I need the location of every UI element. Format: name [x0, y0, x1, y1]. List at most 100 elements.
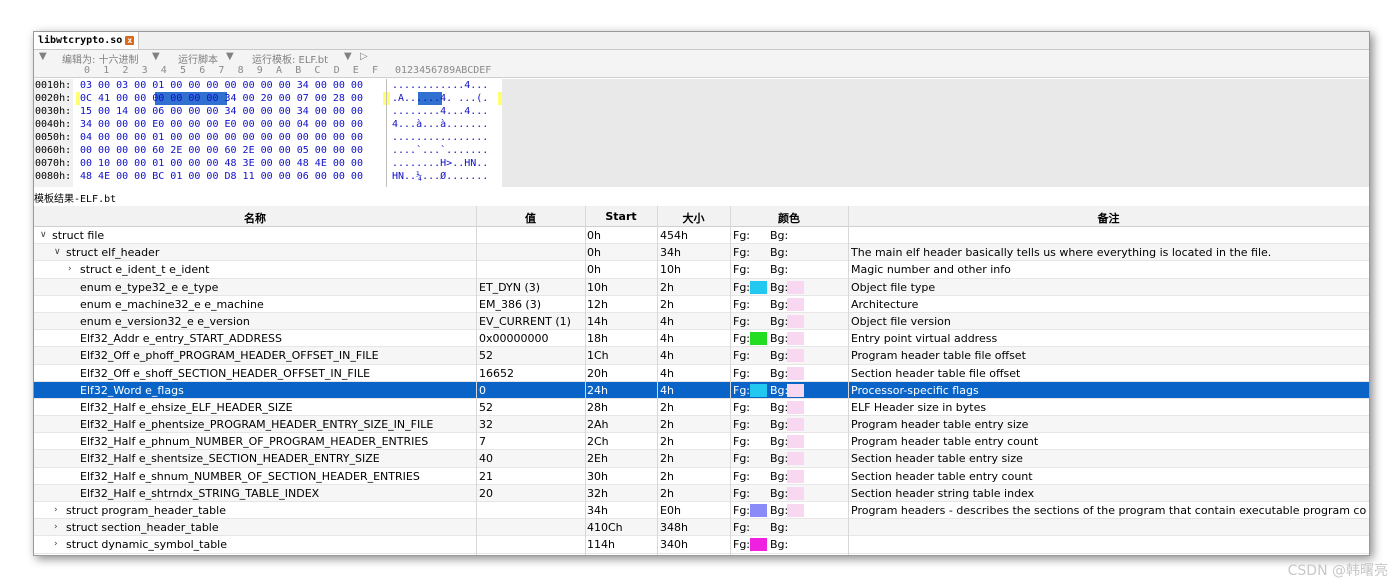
hex-bytes[interactable]: 0C 41 00 00 00 00 00 00 34 00 20 00 07 0… [80, 92, 363, 105]
bg-color-swatch[interactable] [787, 349, 804, 363]
hex-bytes[interactable]: 00 10 00 00 01 00 00 00 48 3E 00 00 48 4… [80, 157, 363, 170]
bg-color-swatch[interactable] [787, 504, 804, 517]
edit-as-dropdown-icon[interactable]: ▼ [152, 51, 160, 62]
bg-color-swatch[interactable] [787, 280, 804, 294]
bg-color-swatch[interactable] [787, 469, 804, 483]
field-value[interactable]: EM_386 (3) [479, 296, 583, 313]
column-header-value[interactable]: 值 [476, 210, 585, 226]
hex-ascii[interactable]: ................ [392, 131, 488, 144]
hex-ascii[interactable]: ....`...`....... [392, 144, 488, 157]
run-script-menu[interactable]: 运行脚本 [178, 51, 218, 66]
template-row[interactable]: Elf32_Half e_shtrndx_STRING_TABLE_INDEX 2… [34, 484, 1369, 502]
hex-bytes[interactable]: 48 4E 00 00 BC 01 00 00 D8 11 00 00 06 0… [80, 170, 363, 183]
bg-color-swatch[interactable] [787, 297, 804, 311]
template-row[interactable]: ∨ struct file 0h 454h Fg: Bg: [34, 227, 1369, 245]
hex-ascii[interactable]: ........4...4... [392, 105, 488, 118]
bg-color-swatch[interactable] [787, 452, 804, 466]
hex-bytes[interactable]: 15 00 14 00 06 00 00 00 34 00 00 00 34 0… [80, 105, 363, 118]
fg-color-swatch[interactable] [750, 332, 767, 346]
fg-color-swatch[interactable] [750, 280, 767, 294]
field-value[interactable]: 0 [479, 382, 583, 399]
hex-ascii[interactable]: ............4... [392, 79, 488, 92]
column-header-comment[interactable]: 备注 [848, 210, 1369, 226]
run-template-dropdown-icon[interactable]: ▼ [344, 51, 352, 62]
expand-chevron-icon[interactable]: › [54, 502, 64, 519]
hex-row[interactable]: 0010h: 03 00 03 00 01 00 00 00 00 00 00 0… [34, 79, 502, 92]
field-value[interactable]: ET_DYN (3) [479, 279, 583, 296]
bg-color-swatch[interactable] [787, 314, 804, 328]
field-value[interactable]: 20 [479, 485, 583, 502]
hex-row[interactable]: 0060h: 00 00 00 00 60 2E 00 00 60 2E 00 0… [34, 144, 502, 157]
field-value[interactable]: 0x00000000 [479, 330, 583, 347]
file-tab[interactable]: libwtcrypto.so x [34, 32, 140, 49]
template-row[interactable]: ∨ struct elf_header 0h 34h Fg: Bg: The main el… [34, 244, 1369, 262]
template-row[interactable]: enum e_type32_e e_type ET_DYN (3) 10h 2h Fg:… [34, 278, 1369, 296]
fg-color-swatch[interactable] [750, 538, 767, 552]
field-size: 2h [660, 452, 674, 466]
edit-as-menu[interactable]: 编辑为: 十六进制 [62, 51, 139, 66]
template-row[interactable]: › struct e_ident_t e_ident 0h 10h Fg: Bg: Magi… [34, 261, 1369, 279]
field-value[interactable]: 16652 [479, 365, 583, 382]
field-value[interactable]: 52 [479, 347, 583, 364]
hex-editor-area[interactable]: 0010h: 03 00 03 00 01 00 00 00 00 00 00 0… [34, 79, 1369, 187]
field-value[interactable]: 40 [479, 450, 583, 467]
hex-bytes[interactable]: 03 00 03 00 01 00 00 00 00 00 00 00 34 0… [80, 79, 363, 92]
hex-row[interactable]: 0080h: 48 4E 00 00 BC 01 00 00 D8 11 00 0… [34, 170, 502, 183]
collapse-arrow-icon[interactable]: ▼ [39, 51, 47, 62]
expand-chevron-icon[interactable]: ∨ [54, 244, 64, 261]
column-header-size[interactable]: 大小 [657, 210, 730, 226]
hex-ascii[interactable]: ........H>..HN.. [392, 157, 488, 170]
run-template-menu[interactable]: 运行模板: ELF.bt [252, 51, 328, 66]
hex-row[interactable]: 0040h: 34 00 00 00 E0 00 00 00 E0 00 00 0… [34, 118, 502, 131]
template-row[interactable]: Elf32_Half e_shnum_NUMBER_OF_SECTION_HEA… [34, 468, 1369, 485]
template-row[interactable]: Elf32_Addr e_entry_START_ADDRESS 0x000000… [34, 330, 1369, 348]
template-row[interactable]: › struct section_header_table 410Ch 348h Fg:… [34, 519, 1369, 537]
bg-color-swatch[interactable] [787, 366, 804, 380]
hex-row[interactable]: 0020h: 0C 41 00 00 00 00 00 00 34 00 20 0… [34, 92, 502, 105]
column-header-start[interactable]: Start [585, 210, 657, 223]
close-icon[interactable]: x [125, 35, 135, 45]
hex-row[interactable]: 0070h: 00 10 00 00 01 00 00 00 48 3E 00 0… [34, 157, 502, 170]
hex-ascii[interactable]: HN..¼...Ø....... [392, 170, 488, 183]
hex-address: 0020h: [35, 93, 72, 104]
hex-ascii[interactable]: .A......4. ...(. [392, 92, 488, 105]
template-row[interactable]: enum e_version32_e e_version EV_CURRENT (… [34, 312, 1369, 331]
field-value[interactable]: 21 [479, 468, 583, 485]
template-row[interactable]: Elf32_Half e_shentsize_SECTION_HEADER_EN… [34, 450, 1369, 468]
field-value[interactable]: EV_CURRENT (1) [479, 313, 583, 330]
hex-row[interactable]: 0050h: 04 00 00 00 01 00 00 00 00 00 00 0… [34, 131, 502, 144]
template-row[interactable]: Elf32_Off e_shoff_SECTION_HEADER_OFFSET_… [34, 365, 1369, 382]
template-row[interactable]: enum e_machine32_e e_machine EM_386 (3) 12… [34, 296, 1369, 313]
fg-color-swatch[interactable] [750, 383, 767, 397]
fg-color-swatch[interactable] [750, 504, 767, 517]
bg-color-swatch[interactable] [787, 400, 804, 414]
hex-ascii[interactable]: 4...à...à....... [392, 118, 488, 131]
bg-color-swatch[interactable] [787, 435, 804, 449]
hex-row[interactable]: 0030h: 15 00 14 00 06 00 00 00 34 00 00 0… [34, 105, 502, 118]
template-row[interactable]: Elf32_Word e_flags 0 24h 4h Fg: Bg: Processor-… [34, 381, 1369, 399]
bg-color-swatch[interactable] [787, 486, 804, 500]
field-value[interactable]: 32 [479, 416, 583, 433]
field-value[interactable]: 7 [479, 433, 583, 450]
field-value[interactable]: 52 [479, 399, 583, 416]
play-icon[interactable]: ▷ [360, 51, 368, 62]
bg-color-swatch[interactable] [787, 383, 804, 397]
expand-chevron-icon[interactable]: › [54, 519, 64, 536]
hex-bytes[interactable]: 00 00 00 00 60 2E 00 00 60 2E 00 00 05 0… [80, 144, 363, 157]
template-row[interactable]: › struct program_header_table 34h E0h Fg: Bg:… [34, 502, 1369, 520]
template-row[interactable]: Elf32_Off e_phoff_PROGRAM_HEADER_OFFSET_… [34, 347, 1369, 365]
template-row[interactable]: Elf32_Half e_phnum_NUMBER_OF_PROGRAM_HEA… [34, 433, 1369, 451]
expand-chevron-icon[interactable]: › [68, 261, 78, 278]
run-script-dropdown-icon[interactable]: ▼ [226, 51, 234, 62]
column-header-name[interactable]: 名称 [34, 210, 476, 226]
bg-color-swatch[interactable] [787, 332, 804, 346]
bg-color-swatch[interactable] [787, 418, 804, 432]
expand-chevron-icon[interactable]: ∨ [40, 227, 50, 244]
template-row[interactable]: Elf32_Half e_phentsize_PROGRAM_HEADER_EN… [34, 416, 1369, 434]
hex-bytes[interactable]: 04 00 00 00 01 00 00 00 00 00 00 00 00 0… [80, 131, 363, 144]
hex-bytes[interactable]: 34 00 00 00 E0 00 00 00 E0 00 00 00 04 0… [80, 118, 363, 131]
template-row[interactable]: Elf32_Half e_ehsize_ELF_HEADER_SIZE 52 28h… [34, 399, 1369, 417]
column-header-color[interactable]: 颜色 [730, 210, 848, 226]
template-row[interactable]: › struct dynamic_symbol_table 114h 340h Fg: B… [34, 536, 1369, 554]
expand-chevron-icon[interactable]: › [54, 536, 64, 553]
